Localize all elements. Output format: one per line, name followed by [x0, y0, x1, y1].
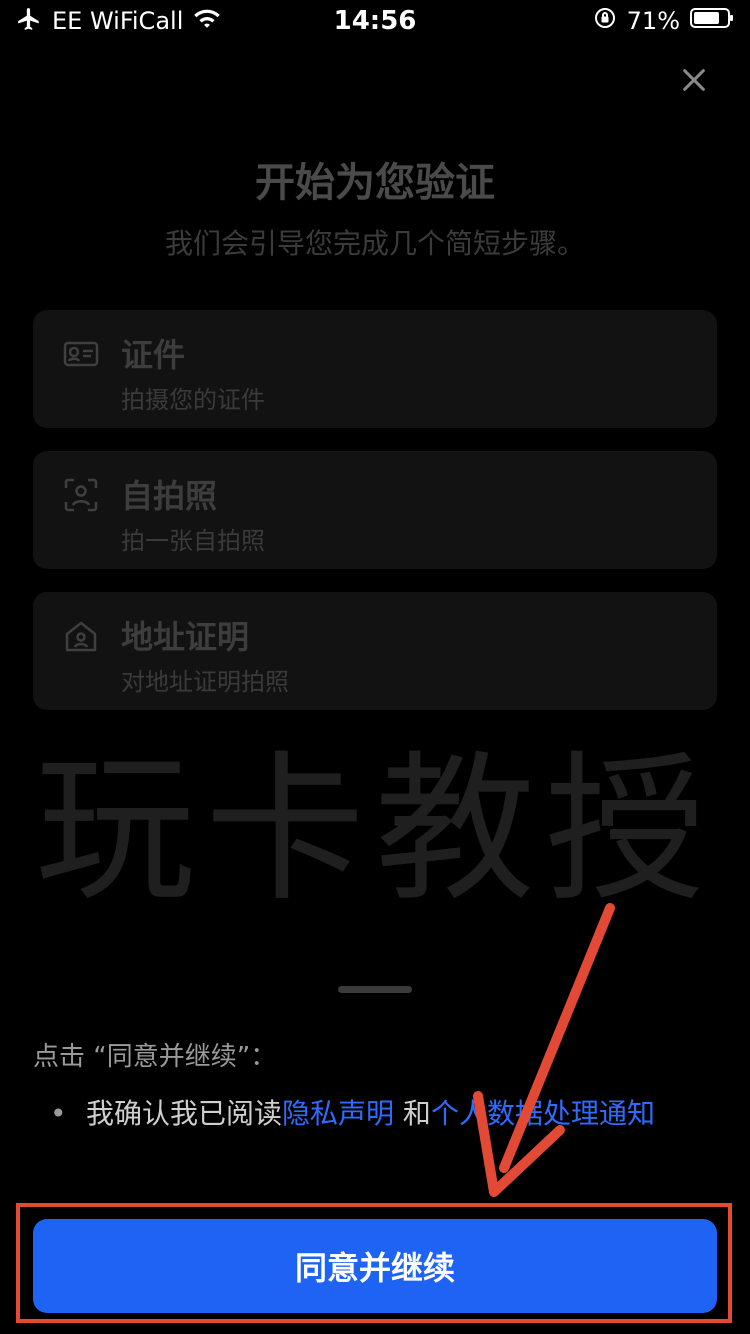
battery-percent: 71% — [626, 7, 680, 35]
watermark-text: 玩卡教授 — [34, 736, 715, 923]
battery-icon — [690, 7, 734, 35]
annotation-arrow-icon — [473, 903, 615, 1197]
consent-statement: • 我确认我已阅读隐私声明 和个人数据处理通知 — [50, 1094, 710, 1134]
step-subtitle: 拍摄您的证件 — [121, 386, 265, 414]
home-icon — [61, 616, 101, 656]
step-subtitle: 拍一张自拍照 — [121, 527, 265, 555]
status-right: 71% — [593, 6, 734, 36]
sheet-handle[interactable] — [338, 986, 412, 993]
data-processing-link[interactable]: 个人数据处理通知 — [431, 1097, 655, 1130]
page-title: 开始为您验证 — [255, 160, 495, 206]
step-card-selfie: 自拍照 拍一张自拍照 — [33, 451, 717, 569]
id-card-icon — [61, 334, 101, 374]
bullet-dot: • — [50, 1097, 67, 1130]
step-title: 证件 — [121, 336, 186, 374]
page-subtitle: 我们会引导您完成几个简短步骤。 — [164, 227, 585, 260]
step-card-address: 地址证明 对地址证明拍照 — [33, 592, 717, 710]
agree-continue-button[interactable]: 同意并继续 — [33, 1219, 717, 1313]
privacy-link[interactable]: 隐私声明 — [282, 1097, 394, 1130]
consent-text: 我确认我已阅读 — [86, 1097, 283, 1130]
step-subtitle: 对地址证明拍照 — [121, 668, 289, 696]
selfie-icon — [61, 475, 101, 515]
consent-intro: 点击 “同意并继续”： — [33, 1042, 277, 1072]
consent-and: 和 — [394, 1097, 431, 1130]
step-title: 地址证明 — [121, 618, 250, 656]
step-card-id: 证件 拍摄您的证件 — [33, 310, 717, 428]
close-button[interactable] — [672, 60, 716, 104]
status-bar: EE WiFiCall 14:56 71% — [0, 0, 750, 40]
step-title: 自拍照 — [121, 477, 218, 515]
rotation-lock-icon — [593, 6, 617, 36]
close-icon — [680, 66, 708, 98]
